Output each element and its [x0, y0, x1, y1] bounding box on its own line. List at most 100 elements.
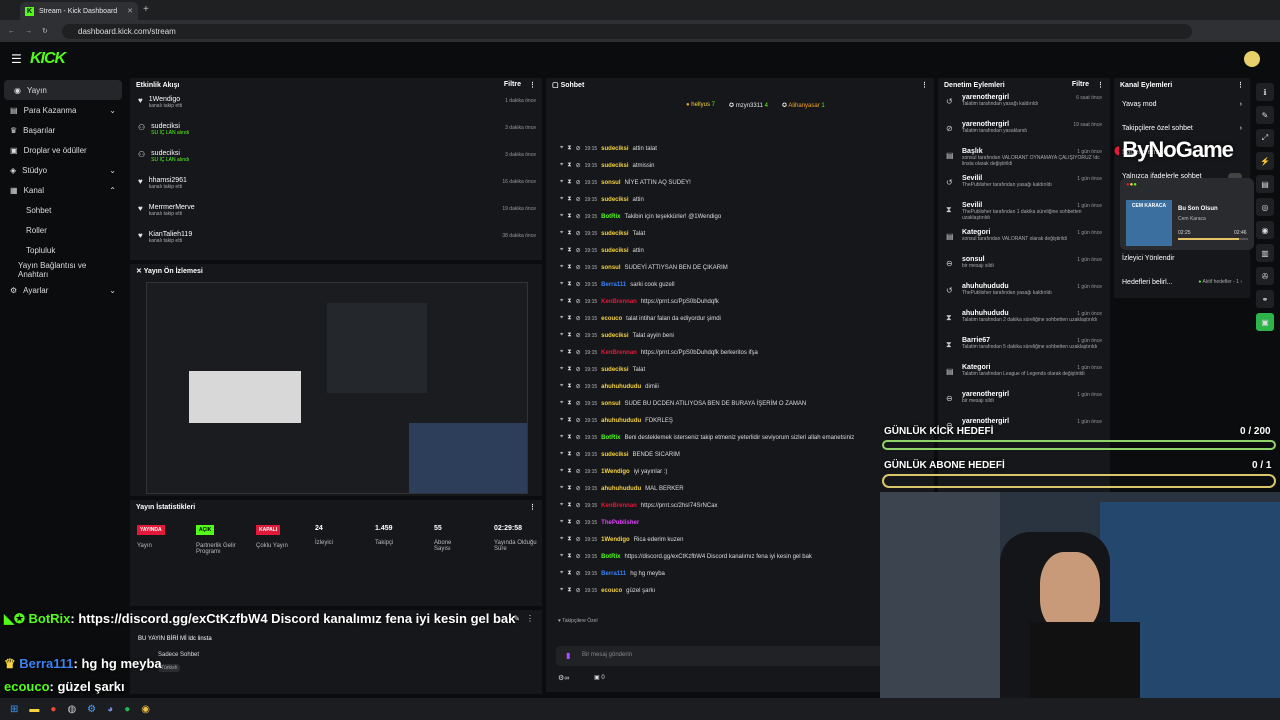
timeout-icon[interactable]: ⧗	[567, 383, 571, 390]
layers-icon[interactable]: ▥	[1256, 244, 1274, 262]
pin-icon[interactable]: ⌖	[560, 264, 563, 271]
sidebar-item-yayin[interactable]: ◉ Yayın	[4, 80, 122, 100]
pin-icon[interactable]: ⌖	[560, 366, 563, 373]
timeout-icon[interactable]: ⧗	[567, 213, 571, 220]
green-action-icon[interactable]: ▣	[1256, 313, 1274, 331]
timeout-icon[interactable]: ⧗	[567, 230, 571, 237]
chat-username[interactable]: sonsul	[601, 401, 620, 407]
close-tab-icon[interactable]: ✕	[127, 7, 133, 15]
forward-icon[interactable]: →	[25, 28, 32, 35]
chrome-icon[interactable]: ◉	[141, 704, 150, 715]
ban-icon[interactable]: ⊘	[576, 383, 581, 390]
chat-username[interactable]: sonsul	[601, 180, 620, 186]
ban-icon[interactable]: ⊘	[576, 502, 581, 509]
pin-icon[interactable]: ⌖	[560, 349, 563, 356]
chat-username[interactable]: Berra111	[601, 571, 626, 577]
back-icon[interactable]: ←	[8, 28, 15, 35]
ban-icon[interactable]: ⊘	[576, 332, 581, 339]
timeout-icon[interactable]: ⧗	[567, 553, 571, 560]
ban-icon[interactable]: ⊘	[576, 519, 581, 526]
timeout-icon[interactable]: ⧗	[567, 162, 571, 169]
pin-icon[interactable]: ⌖	[560, 162, 563, 169]
timeout-icon[interactable]: ⧗	[567, 417, 571, 424]
timeout-icon[interactable]: ⧗	[567, 247, 571, 254]
discord-icon[interactable]: ◕	[107, 704, 113, 715]
chat-username[interactable]: ThePublisher	[601, 520, 639, 526]
pin-icon[interactable]: ⌖	[560, 332, 563, 339]
pin-icon[interactable]: ⌖	[560, 383, 563, 390]
pin-icon[interactable]: ⌖	[560, 179, 563, 186]
chat-username[interactable]: BotRix	[601, 554, 620, 560]
sidebar-item-ayarlar[interactable]: ⚙ Ayarlar ⌄	[0, 280, 126, 300]
reload-icon[interactable]: ↻	[42, 27, 48, 35]
pin-icon[interactable]: ⌖	[560, 145, 563, 152]
sidebar-item-kanal[interactable]: ▦ Kanal ⌃	[0, 180, 126, 200]
chat-username[interactable]: ahuhuhududu	[601, 486, 641, 492]
timeout-icon[interactable]: ⧗	[567, 536, 571, 543]
ban-icon[interactable]: ⊘	[576, 179, 581, 186]
avatar[interactable]	[1244, 51, 1260, 67]
chat-username[interactable]: ahuhuhududu	[601, 418, 641, 424]
ban-icon[interactable]: ⊘	[576, 349, 581, 356]
more-icon[interactable]: ⋮	[1237, 81, 1244, 89]
chat-username[interactable]: sudeciksi	[601, 333, 628, 339]
timeout-icon[interactable]: ⧗	[567, 281, 571, 288]
info-icon[interactable]: ℹ	[1256, 83, 1274, 101]
ban-icon[interactable]: ⊘	[576, 247, 581, 254]
ban-icon[interactable]: ⊘	[576, 587, 581, 594]
sidebar-item-basarilar[interactable]: ♛ Başarılar	[0, 120, 126, 140]
sidebar-item-roller[interactable]: Roller	[0, 220, 126, 240]
ban-icon[interactable]: ⊘	[576, 213, 581, 220]
chat-username[interactable]: 1Wendigo	[601, 537, 630, 543]
chat-username[interactable]: ahuhuhududu	[601, 384, 641, 390]
pencil-icon[interactable]: ✎	[1256, 106, 1274, 124]
timeout-icon[interactable]: ⧗	[567, 298, 571, 305]
timeout-icon[interactable]: ⧗	[567, 264, 571, 271]
targets-row[interactable]: Hedefleri belirl... ● Aktif hedefler - 1 …	[1114, 270, 1250, 294]
chat-username[interactable]: BotRix	[601, 435, 620, 441]
chat-username[interactable]: sudeciksi	[601, 197, 628, 203]
ban-icon[interactable]: ⊘	[576, 298, 581, 305]
new-tab-icon[interactable]: +	[143, 4, 149, 15]
sidebar-item-topluluk[interactable]: Topluluk	[0, 240, 126, 260]
activity-filter-button[interactable]: Filtre	[504, 81, 521, 89]
chat-username[interactable]: Berra111	[601, 282, 626, 288]
pin-icon[interactable]: ⌖	[560, 519, 563, 526]
ban-icon[interactable]: ⊘	[576, 366, 581, 373]
broadcast-icon[interactable]: ◉	[1256, 221, 1274, 239]
kick-logo[interactable]: KICK	[30, 50, 66, 68]
more-icon[interactable]: ⋮	[921, 81, 928, 89]
browser-tab[interactable]: K Stream - Kick Dashboard ✕	[20, 2, 138, 20]
chat-username[interactable]: sudeciksi	[601, 146, 628, 152]
pin-icon[interactable]: ⌖	[560, 536, 563, 543]
timeout-icon[interactable]: ⧗	[567, 468, 571, 475]
sidebar-item-sohbet[interactable]: Sohbet	[0, 200, 126, 220]
ban-icon[interactable]: ⊘	[576, 553, 581, 560]
browser-icon[interactable]: ●	[50, 704, 56, 715]
chat-settings-icon[interactable]: ⚙∞	[558, 674, 569, 682]
pin-icon[interactable]: ⌖	[560, 451, 563, 458]
more-icon[interactable]: ⋮	[529, 81, 536, 89]
chat-username[interactable]: sonsul	[601, 265, 620, 271]
share-icon[interactable]: ⚭	[1256, 290, 1274, 308]
ban-icon[interactable]: ⊘	[576, 434, 581, 441]
chat-username[interactable]: ecouco	[601, 588, 622, 594]
sidebar-item-droplar[interactable]: ▣ Droplar ve ödüller	[0, 140, 126, 160]
ban-icon[interactable]: ⊘	[576, 570, 581, 577]
timeout-icon[interactable]: ⧗	[567, 179, 571, 186]
ban-icon[interactable]: ⊘	[576, 485, 581, 492]
pin-icon[interactable]: ⌖	[560, 247, 563, 254]
chat-username[interactable]: sudeciksi	[601, 452, 628, 458]
sidebar-item-yayin-baglantisi[interactable]: Yayın Bağlantısı ve Anahtarı	[0, 260, 126, 280]
timeout-icon[interactable]: ⧗	[567, 196, 571, 203]
timeout-icon[interactable]: ⧗	[567, 451, 571, 458]
poll-icon[interactable]: ▤	[1256, 175, 1274, 193]
pin-icon[interactable]: ⌖	[560, 553, 563, 560]
ban-icon[interactable]: ⊘	[576, 315, 581, 322]
sidebar-item-para-kazanma[interactable]: ▤ Para Kazanma ⌄	[0, 100, 126, 120]
pin-icon[interactable]: ⌖	[560, 434, 563, 441]
timeout-icon[interactable]: ⧗	[567, 366, 571, 373]
obs-icon[interactable]: ◍	[67, 704, 76, 715]
more-icon[interactable]: ⋮	[529, 503, 536, 511]
chat-username[interactable]: sudeciksi	[601, 367, 628, 373]
